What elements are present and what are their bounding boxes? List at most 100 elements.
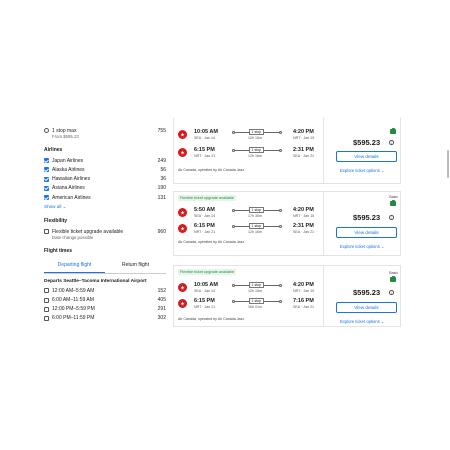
- departure-airport: NRT · Jan 21: [194, 230, 216, 234]
- scrollbar-thumb[interactable]: [447, 150, 449, 178]
- explore-ticket-options-link[interactable]: Explore ticket options ⌄: [340, 244, 385, 249]
- info-icon[interactable]: i: [389, 215, 394, 220]
- duration: 12h 15m: [248, 136, 262, 140]
- explore-ticket-options-link[interactable]: Explore ticket options ⌄: [340, 319, 385, 324]
- airline-checkbox[interactable]: [44, 158, 49, 164]
- stops-count: 755: [157, 127, 166, 134]
- return-leg: 6:15 PM NRT · Jan 21 1 stop 12h 16m 2:31…: [178, 147, 318, 163]
- explore-label: Explore ticket options: [340, 244, 380, 249]
- fare-class-label: Basic: [389, 195, 398, 199]
- departure-airport: NRT · Jan 21: [194, 305, 216, 309]
- duration: 12h 16m: [248, 154, 262, 158]
- time-label: 6:00 AM–11:59 AM: [52, 297, 94, 304]
- flexibility-label: Flexible ticket upgrade available: [52, 228, 124, 235]
- arrival-time: 2:31 PM: [293, 147, 314, 153]
- info-icon[interactable]: i: [389, 290, 394, 295]
- airline-checkbox[interactable]: [44, 167, 49, 173]
- arrival-airport: SEA · Jan 21: [293, 230, 314, 234]
- flight-card[interactable]: Flexible ticket upgrade available 5:50 A…: [173, 191, 401, 256]
- view-details-button[interactable]: View details: [336, 302, 397, 313]
- airline-filter[interactable]: Japan Airlines 249: [44, 156, 166, 165]
- tab-return-flight[interactable]: Return flight: [105, 258, 166, 273]
- arrival-time: 2:31 PM: [293, 223, 314, 229]
- time-count: 152: [157, 287, 166, 294]
- flight-card[interactable]: 10:05 AM SEA · Jan 14 1 stop 12h 15m 4:2…: [173, 118, 401, 184]
- operator-text: Air Canada, operated by Air Canada Jazz: [178, 168, 245, 172]
- time-label: 6:00 PM–11:59 PM: [52, 315, 95, 322]
- airline-count: 56: [160, 166, 166, 173]
- bag-icon: [390, 127, 396, 134]
- destination-dot-icon: [279, 208, 282, 212]
- airline-count: 36: [160, 176, 166, 183]
- time-filter[interactable]: 6:00 PM–11:59 PM 302: [44, 314, 166, 323]
- time-filter[interactable]: 6:00 AM–11:59 AM 405: [44, 296, 166, 305]
- fare-class-label: Basic: [389, 271, 398, 275]
- airline-checkbox[interactable]: [44, 185, 49, 191]
- airline-checkbox[interactable]: [44, 195, 49, 201]
- show-all-link[interactable]: Show all ⌄: [44, 204, 166, 210]
- departure-airport: SEA · Jan 14: [194, 136, 215, 140]
- maple-leaf-logo-icon: [178, 148, 187, 157]
- departure-time: 6:15 PM: [194, 298, 215, 304]
- departure-time: 6:15 PM: [194, 223, 215, 229]
- airline-label: Hawaiian Airlines: [52, 176, 91, 183]
- outbound-leg: 5:50 AM SEA · Jan 14 1 stop 17h 30m 4:20…: [178, 207, 318, 223]
- airline-label: American Airlines: [52, 194, 91, 201]
- time-checkbox[interactable]: [44, 306, 49, 312]
- time-checkbox[interactable]: [44, 288, 49, 294]
- origin-dot-icon: [232, 224, 235, 228]
- maple-leaf-logo-icon: [178, 130, 187, 139]
- time-count: 405: [157, 297, 166, 304]
- time-filter[interactable]: 12:00 PM–5:59 PM 291: [44, 305, 166, 314]
- flexibility-checkbox[interactable]: [44, 229, 49, 235]
- stops-badge: 1 stop: [249, 298, 264, 305]
- flight-card[interactable]: Flexible ticket upgrade available 10:05 …: [173, 265, 401, 327]
- destination-dot-icon: [279, 283, 282, 287]
- destination-dot-icon: [279, 299, 282, 303]
- stops-label: 1 stop max: [52, 127, 77, 134]
- stops-radio[interactable]: [44, 128, 49, 134]
- airline-count: 131: [157, 194, 166, 201]
- explore-ticket-options-link[interactable]: Explore ticket options ⌄: [340, 168, 385, 173]
- info-icon[interactable]: i: [389, 140, 394, 145]
- flight-times-title: Flight times: [44, 248, 73, 255]
- airline-filter[interactable]: American Airlines 131: [44, 193, 166, 202]
- arrival-airport: SEA · Jan 21: [293, 305, 314, 309]
- upgrade-badge: Flexible ticket upgrade available: [178, 269, 237, 275]
- chevron-down-icon: ⌄: [62, 204, 67, 210]
- duration: 16h 01m: [248, 305, 262, 309]
- departure-time: 10:05 AM: [194, 129, 218, 135]
- airline-count: 190: [157, 185, 166, 192]
- origin-dot-icon: [232, 283, 235, 287]
- departure-airport: SEA · Jan 14: [194, 289, 215, 293]
- duration: 12h 15m: [248, 289, 262, 293]
- arrival-airport: SEA · Jan 21: [293, 154, 314, 158]
- time-count: 302: [157, 315, 166, 322]
- time-checkbox[interactable]: [44, 315, 49, 321]
- maple-leaf-logo-icon: [178, 283, 187, 292]
- departure-time: 10:05 AM: [194, 282, 218, 288]
- price: $595.23: [353, 213, 381, 222]
- filter-sidebar: 1 stop max 755 From $595.23 Airlines Jap…: [44, 126, 166, 323]
- stops-badge: 1 stop: [249, 129, 264, 136]
- price-column: Basic $595.23 i View details Explore tic…: [323, 266, 402, 326]
- stops-badge: 1 stop: [249, 282, 264, 289]
- maple-leaf-logo-icon: [178, 208, 187, 217]
- chevron-down-icon: ⌄: [380, 319, 385, 324]
- airline-filter[interactable]: Alaska Airlines 56: [44, 165, 166, 174]
- view-details-button[interactable]: View details: [336, 151, 397, 162]
- maple-leaf-logo-icon: [178, 299, 187, 308]
- time-filter[interactable]: 12:00 AM–5:59 AM 152: [44, 286, 166, 295]
- airline-filter[interactable]: Hawaiian Airlines 36: [44, 175, 166, 184]
- arrival-airport: NRT · Jan 15: [293, 136, 315, 140]
- airline-label: Asiana Airlines: [52, 185, 85, 192]
- airline-checkbox[interactable]: [44, 176, 49, 182]
- tab-departing-flight[interactable]: Departing flight: [44, 258, 105, 274]
- arrival-airport: NRT · Jan 15: [293, 214, 315, 218]
- time-checkbox[interactable]: [44, 297, 49, 303]
- view-details-button[interactable]: View details: [336, 227, 397, 238]
- airline-label: Alaska Airlines: [52, 166, 85, 173]
- duration: 17h 30m: [248, 214, 262, 218]
- return-leg: 6:15 PM NRT · Jan 21 1 stop 12h 16m 2:31…: [178, 223, 318, 239]
- airline-filter[interactable]: Asiana Airlines 190: [44, 184, 166, 193]
